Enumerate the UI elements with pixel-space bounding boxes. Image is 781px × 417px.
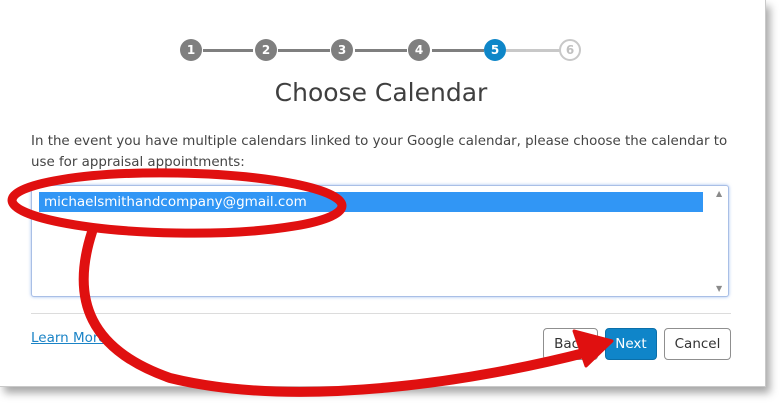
step-connector: [506, 49, 560, 52]
calendar-listbox[interactable]: michaelsmithandcompany@gmail.com ▲ ▼: [31, 185, 729, 297]
next-button[interactable]: Next: [605, 328, 657, 360]
step-3: 3: [331, 39, 353, 61]
step-1: 1: [180, 39, 202, 61]
back-button[interactable]: Back: [543, 328, 598, 360]
listbox-scrollbar[interactable]: ▲ ▼: [713, 186, 728, 296]
step-connector: [355, 49, 407, 52]
footer-divider: [31, 313, 731, 314]
learn-more-link[interactable]: Learn More: [31, 330, 107, 346]
page-title: Choose Calendar: [274, 78, 488, 107]
scroll-up-icon[interactable]: ▲: [716, 189, 722, 198]
step-2: 2: [255, 39, 277, 61]
step-4: 4: [408, 39, 430, 61]
instructions-text: In the event you have multiple calendars…: [31, 134, 728, 170]
step-connector: [203, 49, 253, 52]
calendar-option[interactable]: michaelsmithandcompany@gmail.com: [39, 192, 703, 212]
step-connector: [432, 49, 484, 52]
scroll-down-icon[interactable]: ▼: [716, 284, 722, 293]
step-connector: [278, 49, 330, 52]
step-5: 5: [484, 39, 506, 61]
cancel-button[interactable]: Cancel: [664, 328, 731, 360]
setup-wizard-dialog: 1 2 3 4 5 6 Choose Calendar In the event…: [0, 0, 766, 387]
step-6: 6: [559, 39, 581, 61]
